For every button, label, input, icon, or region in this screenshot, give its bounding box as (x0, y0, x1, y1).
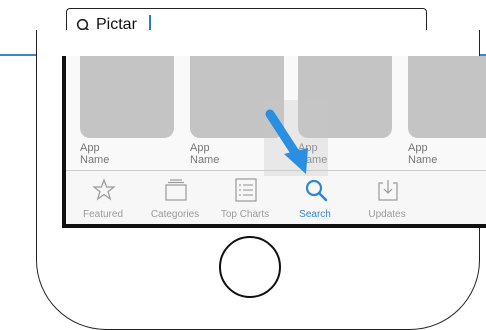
tab-label: Featured (82, 209, 124, 220)
app-icon[interactable] (408, 56, 486, 138)
tab-featured[interactable]: Featured (68, 171, 138, 224)
tab-label: Top Charts (220, 209, 270, 220)
pointer-arrow-icon (265, 109, 308, 174)
tab-label: Categories (150, 209, 200, 220)
tab-label: Updates (368, 209, 406, 220)
tab-search[interactable]: Search (280, 171, 350, 224)
tab-bar: Featured Categories Top Charts Search Up… (66, 170, 486, 224)
app-name-label: App Name (80, 142, 110, 166)
home-button[interactable] (219, 236, 281, 298)
tab-categories[interactable]: Categories (140, 171, 210, 224)
download-icon (378, 180, 398, 201)
search-icon (305, 179, 328, 202)
app-icon[interactable] (80, 56, 174, 138)
tab-updates[interactable]: Updates (352, 171, 422, 224)
tab-label: Search (299, 209, 331, 220)
app-name-label: App Name (408, 142, 438, 166)
star-icon (92, 178, 116, 201)
list-icon (235, 178, 257, 202)
stack-icon (165, 179, 187, 201)
app-name-label: App Name (190, 142, 220, 166)
tab-top-charts[interactable]: Top Charts (210, 171, 280, 224)
